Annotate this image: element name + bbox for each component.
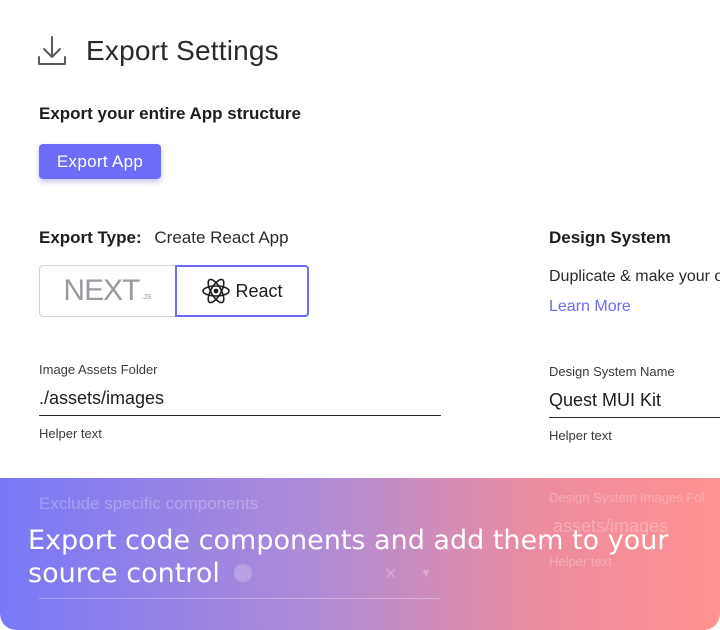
export-type-toggle: NEXT .JS React <box>39 265 309 317</box>
exclude-components-label: Exclude specific components <box>39 494 259 513</box>
design-system-name-helper: Helper text <box>549 428 612 443</box>
design-system-name-underline <box>549 417 720 418</box>
page-title: Export Settings <box>86 35 279 66</box>
design-system-description: Duplicate & make your o <box>549 268 720 285</box>
caption-text: Export code components and add them to y… <box>28 525 669 589</box>
export-app-heading: Export your entire App structure <box>39 104 301 123</box>
image-assets-label: Image Assets Folder <box>39 362 158 377</box>
react-option[interactable]: React <box>175 265 309 317</box>
nextjs-option[interactable]: NEXT .JS <box>39 265 175 317</box>
export-settings-panel: Export Settings Export your entire App s… <box>0 0 720 630</box>
download-icon <box>38 36 66 65</box>
learn-more-link[interactable]: Learn More <box>549 298 631 316</box>
image-assets-field: Image Assets Folder ./assets/images Help… <box>39 362 441 441</box>
design-system-name-input[interactable]: Quest MUI Kit <box>549 387 720 413</box>
nextjs-logo-suffix: .JS <box>141 293 152 301</box>
page-header: Export Settings <box>36 34 279 68</box>
react-icon <box>202 278 231 304</box>
caption-overlay: Exclude specific components Design Syste… <box>0 478 720 630</box>
design-system-name-field: Design System Name Quest MUI Kit Helper … <box>549 364 720 443</box>
export-type-value: Create React App <box>154 228 289 247</box>
image-assets-helper: Helper text <box>39 426 102 441</box>
design-system-images-label: Design System Images Fol <box>549 490 705 505</box>
nextjs-logo: NEXT <box>63 274 140 307</box>
design-system-name-label: Design System Name <box>549 364 675 379</box>
export-type-label: Export Type: <box>39 228 142 247</box>
export-type-row: Export Type: Create React App <box>39 228 289 248</box>
react-option-label: React <box>235 280 283 301</box>
design-system-title: Design System <box>549 228 671 247</box>
image-assets-input[interactable]: ./assets/images <box>39 385 441 411</box>
exclude-underline <box>39 598 441 599</box>
export-app-button[interactable]: Export App <box>39 144 161 179</box>
image-assets-underline <box>39 415 441 416</box>
